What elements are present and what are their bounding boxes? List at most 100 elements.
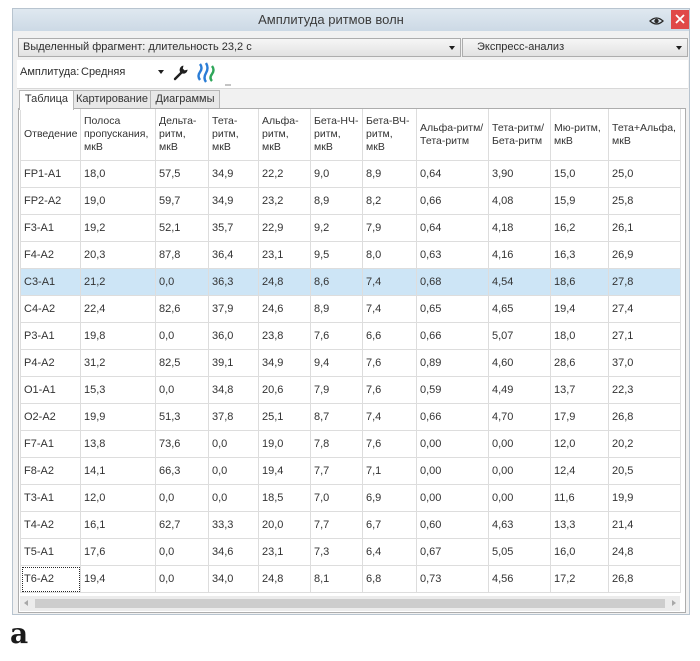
column-header-theta-beta-ratio[interactable]: Тета-ритм/ Бета-ритм <box>488 109 551 161</box>
cell-delta[interactable]: 73,6 <box>155 430 209 458</box>
cell-beta-lf[interactable]: 7,6 <box>310 322 363 350</box>
cell-beta-hf[interactable]: 6,8 <box>362 565 417 593</box>
cell-alpha[interactable]: 22,2 <box>258 160 311 188</box>
table-row[interactable]: T3-A1 12,0 0,0 0,0 18,5 7,0 6,9 0,00 0,00 11,6 19,… <box>20 484 681 512</box>
cell-beta-hf[interactable]: 8,2 <box>362 187 417 215</box>
cell-alpha-theta-ratio[interactable]: 0,59 <box>416 376 489 404</box>
table-row[interactable]: FP1-A1 18,0 57,5 34,9 22,2 9,0 8,9 0,64 3,90 15,0… <box>20 160 681 188</box>
cell-lead[interactable]: T6-A2 <box>20 565 81 593</box>
cell-alpha-theta-ratio[interactable]: 0,64 <box>416 160 489 188</box>
cell-lead[interactable]: F7-A1 <box>20 430 81 458</box>
cell-alpha[interactable]: 25,1 <box>258 403 311 431</box>
cell-alpha[interactable]: 22,9 <box>258 214 311 242</box>
cell-theta-beta-ratio[interactable]: 4,56 <box>488 565 551 593</box>
cell-theta[interactable]: 34,9 <box>208 160 259 188</box>
cell-theta-beta-ratio[interactable]: 4,54 <box>488 268 551 296</box>
cell-mu[interactable]: 12,4 <box>550 457 609 485</box>
cell-theta-alpha[interactable]: 21,4 <box>608 511 681 539</box>
cell-lead[interactable]: T3-A1 <box>20 484 81 512</box>
cell-theta[interactable]: 35,7 <box>208 214 259 242</box>
cell-beta-lf[interactable]: 8,9 <box>310 295 363 323</box>
cell-bandwidth[interactable]: 13,8 <box>80 430 156 458</box>
cell-theta-beta-ratio[interactable]: 4,16 <box>488 241 551 269</box>
cell-lead[interactable]: FP2-A2 <box>20 187 81 215</box>
cell-theta[interactable]: 39,1 <box>208 349 259 377</box>
cell-delta[interactable]: 0,0 <box>155 268 209 296</box>
cell-beta-lf[interactable]: 9,4 <box>310 349 363 377</box>
cell-beta-hf[interactable]: 7,4 <box>362 268 417 296</box>
cell-lead[interactable]: P3-A1 <box>20 322 81 350</box>
cell-beta-hf[interactable]: 6,4 <box>362 538 417 566</box>
eye-icon[interactable] <box>649 14 664 26</box>
cell-beta-lf[interactable]: 7,8 <box>310 430 363 458</box>
cell-theta-alpha[interactable]: 24,8 <box>608 538 681 566</box>
cell-beta-hf[interactable]: 7,6 <box>362 349 417 377</box>
column-header-beta-hf[interactable]: Бета-ВЧ- ритм, мкВ <box>362 109 417 161</box>
cell-theta-alpha[interactable]: 19,9 <box>608 484 681 512</box>
cell-lead[interactable]: F8-A2 <box>20 457 81 485</box>
cell-theta[interactable]: 33,3 <box>208 511 259 539</box>
cell-alpha[interactable]: 19,0 <box>258 430 311 458</box>
cell-alpha-theta-ratio[interactable]: 0,00 <box>416 430 489 458</box>
table-row[interactable]: C4-A2 22,4 82,6 37,9 24,6 8,9 7,4 0,65 4,65 19,4 2… <box>20 295 681 323</box>
table-row[interactable]: F8-A2 14,1 66,3 0,0 19,4 7,7 7,1 0,00 0,00 12,4 20… <box>20 457 681 485</box>
cell-theta[interactable]: 36,0 <box>208 322 259 350</box>
cell-theta-alpha[interactable]: 27,1 <box>608 322 681 350</box>
cell-delta[interactable]: 0,0 <box>155 565 209 593</box>
cell-theta-beta-ratio[interactable]: 4,65 <box>488 295 551 323</box>
cell-lead[interactable]: F4-A2 <box>20 241 81 269</box>
cell-theta[interactable]: 34,9 <box>208 187 259 215</box>
cell-theta[interactable]: 0,0 <box>208 484 259 512</box>
cell-alpha-theta-ratio[interactable]: 0,00 <box>416 457 489 485</box>
cell-alpha-theta-ratio[interactable]: 0,89 <box>416 349 489 377</box>
cell-delta[interactable]: 0,0 <box>155 376 209 404</box>
cell-mu[interactable]: 17,9 <box>550 403 609 431</box>
cell-theta-beta-ratio[interactable]: 4,49 <box>488 376 551 404</box>
cell-theta-alpha[interactable]: 25,0 <box>608 160 681 188</box>
cell-theta-beta-ratio[interactable]: 0,00 <box>488 484 551 512</box>
cell-alpha-theta-ratio[interactable]: 0,68 <box>416 268 489 296</box>
cell-beta-hf[interactable]: 8,9 <box>362 160 417 188</box>
cell-alpha-theta-ratio[interactable]: 0,64 <box>416 214 489 242</box>
cell-mu[interactable]: 16,3 <box>550 241 609 269</box>
cell-mu[interactable]: 13,7 <box>550 376 609 404</box>
tab-diagrams[interactable]: Диаграммы <box>150 90 220 109</box>
cell-beta-lf[interactable]: 7,7 <box>310 457 363 485</box>
tab-mapping[interactable]: Картирование <box>73 90 151 109</box>
cell-mu[interactable]: 16,0 <box>550 538 609 566</box>
cell-beta-hf[interactable]: 6,7 <box>362 511 417 539</box>
cell-bandwidth[interactable]: 22,4 <box>80 295 156 323</box>
cell-delta[interactable]: 52,1 <box>155 214 209 242</box>
cell-lead[interactable]: C4-A2 <box>20 295 81 323</box>
cell-theta[interactable]: 37,8 <box>208 403 259 431</box>
column-header-alpha-theta-ratio[interactable]: Альфа-ритм/ Тета-ритм <box>416 109 489 161</box>
cell-alpha-theta-ratio[interactable]: 0,73 <box>416 565 489 593</box>
cell-alpha[interactable]: 23,1 <box>258 241 311 269</box>
cell-delta[interactable]: 82,5 <box>155 349 209 377</box>
cell-theta-alpha[interactable]: 26,8 <box>608 565 681 593</box>
cell-beta-hf[interactable]: 8,0 <box>362 241 417 269</box>
cell-beta-hf[interactable]: 6,6 <box>362 322 417 350</box>
cell-beta-lf[interactable]: 7,9 <box>310 376 363 404</box>
cell-theta-beta-ratio[interactable]: 4,70 <box>488 403 551 431</box>
cell-mu[interactable]: 28,6 <box>550 349 609 377</box>
cell-theta-beta-ratio[interactable]: 3,90 <box>488 160 551 188</box>
cell-theta-beta-ratio[interactable]: 4,63 <box>488 511 551 539</box>
cell-beta-hf[interactable]: 7,1 <box>362 457 417 485</box>
cell-delta[interactable]: 0,0 <box>155 538 209 566</box>
cell-theta-beta-ratio[interactable]: 5,05 <box>488 538 551 566</box>
column-header-alpha[interactable]: Альфа- ритм, мкВ <box>258 109 311 161</box>
cell-bandwidth[interactable]: 19,9 <box>80 403 156 431</box>
cell-theta-alpha[interactable]: 37,0 <box>608 349 681 377</box>
cell-alpha[interactable]: 24,6 <box>258 295 311 323</box>
cell-alpha-theta-ratio[interactable]: 0,60 <box>416 511 489 539</box>
cell-theta[interactable]: 34,0 <box>208 565 259 593</box>
scroll-right-arrow-icon[interactable] <box>672 600 676 606</box>
cell-alpha[interactable]: 23,1 <box>258 538 311 566</box>
cell-alpha[interactable]: 20,0 <box>258 511 311 539</box>
scrollbar-thumb[interactable] <box>35 599 665 608</box>
table-row[interactable]: C3-A1 21,2 0,0 36,3 24,8 8,6 7,4 0,68 4,54 18,6 27… <box>20 268 681 296</box>
cell-theta[interactable]: 37,9 <box>208 295 259 323</box>
cell-beta-lf[interactable]: 7,0 <box>310 484 363 512</box>
cell-alpha-theta-ratio[interactable]: 0,67 <box>416 538 489 566</box>
